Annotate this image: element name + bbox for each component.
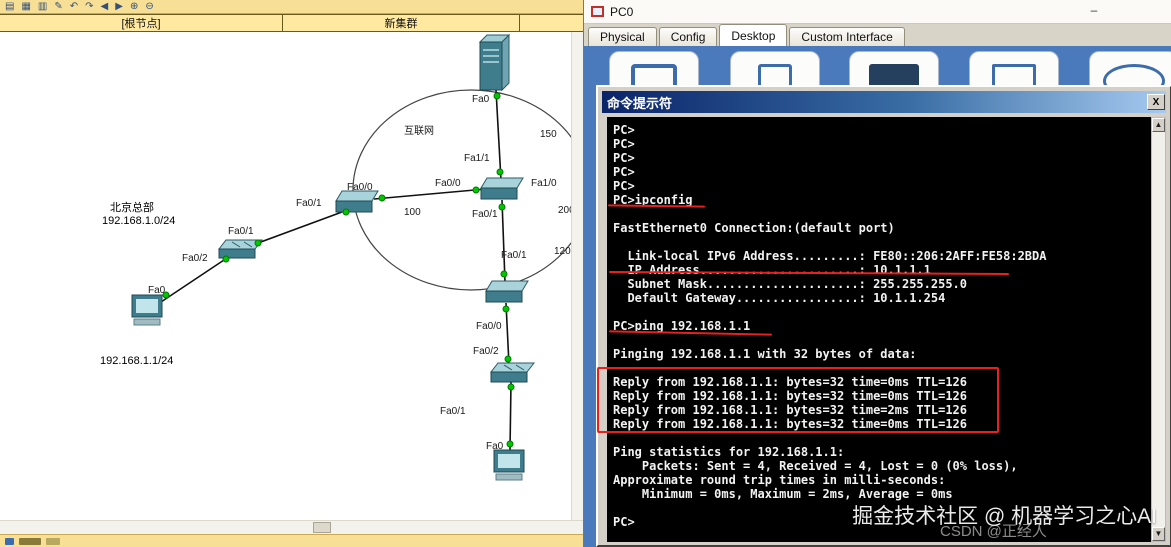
status-icon xyxy=(19,537,41,545)
close-button[interactable]: X xyxy=(1147,94,1165,110)
topology-label: Fa0/2 xyxy=(182,253,208,264)
topology-label: Fa0/1 xyxy=(440,406,466,417)
status-icon xyxy=(46,537,60,545)
topology-label: Fa0/1 xyxy=(501,250,527,261)
terminal-output[interactable]: PC> PC> PC> PC> PC> PC>ipconfig FastEthernet0 … xyxy=(607,117,1151,542)
topology-label: Fa1/0 xyxy=(531,178,557,189)
topology-label: 北京总部 xyxy=(110,202,154,214)
tab-desktop[interactable]: Desktop xyxy=(719,24,788,46)
topology-label: 192.168.1.0/24 xyxy=(102,215,176,227)
topology-label: 120 xyxy=(554,246,571,257)
toolbar-icon[interactable]: ✎ xyxy=(54,1,62,12)
pc0-tab-bar: Physical Config Desktop Custom Interface xyxy=(584,24,1171,46)
terminal-line: FastEthernet0 Connection:(default port) xyxy=(613,221,895,235)
terminal-line: PC> xyxy=(613,123,635,137)
topology-label: Fa0/0 xyxy=(435,178,461,189)
terminal-line: Minimum = 0ms, Maximum = 2ms, Average = … xyxy=(613,487,953,501)
tab-physical[interactable]: Physical xyxy=(588,27,657,46)
desktop-area: 命令提示符 X PC> PC> PC> PC> PC> PC>ipconfig FastEt… xyxy=(584,46,1171,547)
terminal-line: PC> xyxy=(613,137,635,151)
window-title: PC0 xyxy=(610,4,634,19)
topology-canvas[interactable]: Fa0 互联网 150 Fa1/1 Fa0/0 Fa1/0 Fa0/0 Fa0/1 北京总部 19… xyxy=(0,32,575,520)
topology-label: Fa0 xyxy=(486,441,504,452)
terminal-line: PC>ping 192.168.1.1 xyxy=(613,319,751,333)
topology-labels: Fa0 互联网 150 Fa1/1 Fa0/0 Fa1/0 Fa0/0 Fa0/1 北京总部 19… xyxy=(0,32,575,520)
terminal-line: Default Gateway.................: 10.1.1… xyxy=(613,291,946,305)
topology-label: Fa0/2 xyxy=(473,346,499,357)
packet-tracer-panel: ▤ ▦ ▥ ✎ ↶ ↷ ◀ ▶ ⊕ ⊖ [根节点] 新集群 Fa0 互联网 15… xyxy=(0,0,583,547)
topology-label: Fa1/1 xyxy=(464,153,490,164)
topology-label: Fa0/0 xyxy=(347,182,373,193)
topology-label: Fa0 xyxy=(148,285,166,296)
terminal-line: Pinging 192.168.1.1 with 32 bytes of dat… xyxy=(613,347,917,361)
status-bar xyxy=(0,534,583,547)
command-prompt-window: 命令提示符 X PC> PC> PC> PC> PC> PC>ipconfig FastEt… xyxy=(596,85,1171,547)
terminal-line: PC> xyxy=(613,151,635,165)
topology-label: 互联网 xyxy=(404,126,434,137)
screen: ▤ ▦ ▥ ✎ ↶ ↷ ◀ ▶ ⊕ ⊖ [根节点] 新集群 Fa0 互联网 15… xyxy=(0,0,1171,547)
annotation-box-replies xyxy=(597,367,999,433)
topology-label: Fa0/1 xyxy=(228,226,254,237)
terminal-line: PC> xyxy=(613,179,635,193)
tab-config[interactable]: Config xyxy=(658,27,718,46)
cluster-tab-bar: [根节点] 新集群 xyxy=(0,14,583,32)
terminal-line: Link-local IPv6 Address.........: FE80::… xyxy=(613,249,1047,263)
scrollbar-thumb[interactable] xyxy=(313,522,331,533)
minimize-button[interactable]: – xyxy=(1083,3,1105,20)
toolbar-icon[interactable]: ▶ xyxy=(115,1,123,12)
toolbar-icon[interactable]: ↷ xyxy=(85,1,93,12)
canvas-vertical-scrollbar[interactable] xyxy=(571,32,583,520)
terminal-scrollbar[interactable]: ▲ ▼ xyxy=(1151,117,1166,542)
command-prompt-title: 命令提示符 xyxy=(607,95,673,111)
terminal-line: PC> xyxy=(613,165,635,179)
toolbar-icon[interactable]: ▦ xyxy=(21,1,30,12)
watermark-line2: CSDN @正经人 xyxy=(940,523,1047,540)
tab-new-cluster[interactable]: 新集群 xyxy=(283,15,520,31)
terminal-line: IP Address......................: 10.1.1… xyxy=(613,263,931,277)
terminal-line: Subnet Mask.....................: 255.25… xyxy=(613,277,968,291)
toolbar-icon[interactable]: ▥ xyxy=(38,1,47,12)
toolbar-icon[interactable]: ◀ xyxy=(101,1,109,12)
terminal-line: Approximate round trip times in milli-se… xyxy=(613,473,946,487)
terminal-line: Ping statistics for 192.168.1.1: xyxy=(613,445,845,459)
status-icon xyxy=(5,537,14,545)
canvas-horizontal-scrollbar[interactable] xyxy=(0,520,583,534)
tab-custom-interface[interactable]: Custom Interface xyxy=(789,27,905,46)
toolbar-icon[interactable]: ⊕ xyxy=(130,1,138,12)
toolbar-icon[interactable]: ▤ xyxy=(5,1,14,12)
tab-root-node[interactable]: [根节点] xyxy=(0,15,283,31)
toolbar-icon[interactable]: ⊖ xyxy=(145,1,153,12)
pc-window-icon xyxy=(591,6,604,17)
scroll-up-button[interactable]: ▲ xyxy=(1152,118,1165,132)
topology-label: 100 xyxy=(404,207,421,218)
command-prompt-titlebar[interactable]: 命令提示符 X xyxy=(602,91,1166,113)
cluster-tab-spacer xyxy=(520,15,583,31)
main-toolbar: ▤ ▦ ▥ ✎ ↶ ↷ ◀ ▶ ⊕ ⊖ xyxy=(0,0,583,14)
topology-label: 192.168.1.1/24 xyxy=(100,355,174,367)
topology-label: Fa0/1 xyxy=(296,198,322,209)
topology-label: Fa0 xyxy=(472,94,490,105)
topology-label: 150 xyxy=(540,129,557,140)
topology-label: Fa0/0 xyxy=(476,321,502,332)
toolbar-icon[interactable]: ↶ xyxy=(70,1,78,12)
terminal-line: Packets: Sent = 4, Received = 4, Lost = … xyxy=(613,459,1018,473)
topology-label: Fa0/1 xyxy=(472,209,498,220)
pc0-titlebar[interactable]: PC0 – xyxy=(584,0,1171,24)
